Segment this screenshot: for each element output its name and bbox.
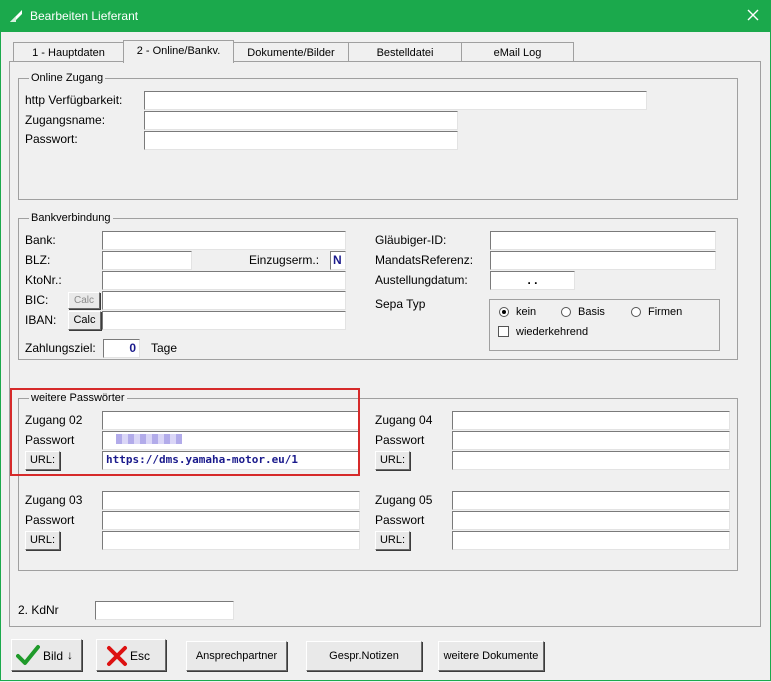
iban-calc-button[interactable]: Calc [68,311,101,330]
kdnr-input[interactable] [95,601,234,620]
sepa-label: Sepa Typ [375,297,426,311]
red-x-icon [107,646,127,666]
wiederkehrend-checkbox[interactable] [498,326,509,337]
sepa-radio-firmen[interactable] [631,307,641,317]
online-zugang-legend: Online Zugang [29,72,106,84]
zugangsname-label: Zugangsname: [25,113,106,127]
zugang05-passwort-label: Passwort [375,513,425,527]
zugang03-passwort-input[interactable] [102,511,360,530]
zahlungsziel-input[interactable]: 0 [103,339,140,358]
blz-input[interactable] [102,251,192,270]
arrow-down-icon: ↓ [67,648,73,662]
tab-bestelldatei[interactable]: Bestelldatei [348,42,462,62]
zugang03-url-button[interactable]: URL: [25,531,60,550]
ktonr-input[interactable] [102,271,346,290]
tab-email-log[interactable]: eMail Log [461,42,574,62]
mandat-label: MandatsReferenz: [375,253,474,267]
esc-label: Esc [130,649,151,663]
glaeubiger-input[interactable] [490,231,716,250]
zugang05-label: Zugang 05 [375,493,433,507]
tab-online-bankv[interactable]: 2 - Online/Bankv. [123,40,234,63]
esc-button[interactable]: Esc [96,639,166,671]
passwort-input[interactable] [144,131,458,150]
blz-label: BLZ: [25,253,51,267]
austellung-input[interactable]: . . [490,271,575,290]
tage-label: Tage [151,341,178,355]
weitere-dokumente-button[interactable]: weitere Dokumente [438,641,544,671]
mandat-input[interactable] [490,251,716,270]
bankverbindung-legend: Bankverbindung [29,212,113,224]
zugang05-passwort-input[interactable] [452,511,730,530]
einzug-input[interactable]: N [330,251,346,270]
http-label: http Verfügbarkeit: [25,93,123,107]
einzug-label: Einzugserm.: [249,253,320,267]
iban-label: IBAN: [25,313,57,327]
zugang04-passwort-input[interactable] [452,431,730,450]
ktonr-label: KtoNr.: [25,273,62,287]
gespr-notizen-button[interactable]: Gespr.Notizen [306,641,422,671]
zugang03-label: Zugang 03 [25,493,83,507]
close-icon[interactable] [745,7,761,23]
bic-input[interactable] [102,291,346,310]
sepa-radio-basis[interactable] [561,307,571,317]
bild-label: Bild [43,649,64,663]
sepa-firmen-label: Firmen [648,306,683,318]
bank-input[interactable] [102,231,346,250]
zugangsname-input[interactable] [144,111,458,130]
zugang04-url-button[interactable]: URL: [375,451,410,470]
sepa-radio-kein[interactable] [499,307,509,317]
glaeubiger-label: Gläubiger-ID: [375,233,447,247]
ansprechpartner-button[interactable]: Ansprechpartner [186,641,287,671]
zahlungsziel-label: Zahlungsziel: [25,341,96,355]
sepa-basis-label: Basis [578,306,605,318]
bic-calc-button[interactable]: Calc [68,292,100,309]
highlight-box [10,388,360,476]
zugang04-url-input[interactable] [452,451,730,470]
bild-button[interactable]: Bild ↓ [11,639,82,671]
tab-dokumente-bilder[interactable]: Dokumente/Bilder [233,42,349,62]
http-input[interactable] [144,91,647,110]
app-logo-icon [10,10,22,22]
passwort-label: Passwort: [25,132,78,146]
zugang03-passwort-label: Passwort [25,513,75,527]
wiederkehrend-label: wiederkehrend [516,326,589,338]
bank-label: Bank: [25,233,56,247]
kdnr-label: 2. KdNr [18,603,59,617]
checkmark-icon [16,645,40,665]
zugang03-url-input[interactable] [102,531,360,550]
zugang05-input[interactable] [452,491,730,510]
zugang03-input[interactable] [102,491,360,510]
sepa-kein-label: kein [516,306,537,318]
zugang04-input[interactable] [452,411,730,430]
zugang05-url-input[interactable] [452,531,730,550]
tab-hauptdaten[interactable]: 1 - Hauptdaten [13,42,124,62]
window-titlebar: Bearbeiten Lieferant [0,0,771,32]
austellung-label: Austellungdatum: [375,273,468,287]
bic-label: BIC: [25,293,49,307]
zugang05-url-button[interactable]: URL: [375,531,410,550]
zugang04-passwort-label: Passwort [375,433,425,447]
zugang04-label: Zugang 04 [375,413,433,427]
iban-input[interactable] [102,311,346,330]
window-title: Bearbeiten Lieferant [30,9,139,23]
